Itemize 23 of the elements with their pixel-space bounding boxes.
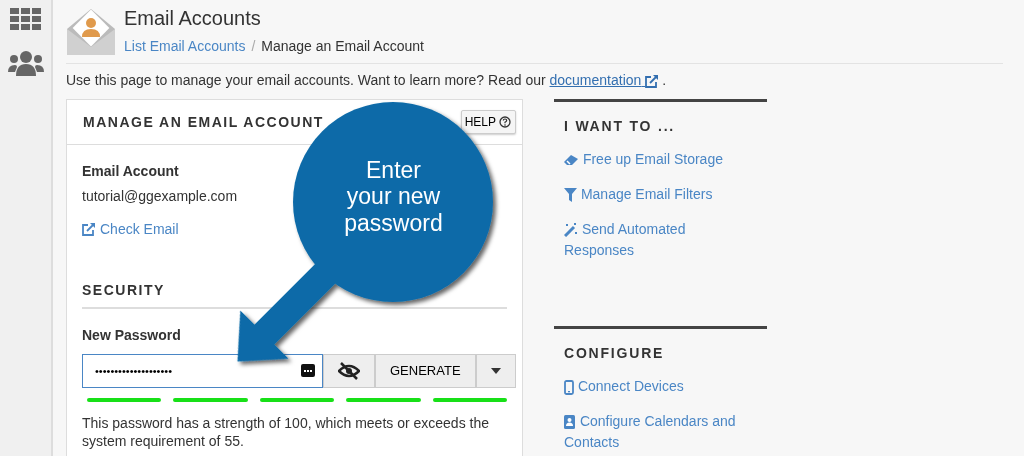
section-heading: I WANT TO ... [564,118,677,135]
sidebar-link[interactable]: Connect Devices [564,375,757,397]
page-title: Email Accounts [124,6,262,30]
email-address: tutorial@ggexample.com [82,187,238,206]
password-field[interactable]: •••••••••••••••••••• [82,354,323,388]
section-heading: CONFIGURE [564,345,666,362]
field-label: New Password [82,326,181,345]
breadcrumb-link[interactable]: List Email Accounts [124,36,246,57]
strength-message: This password has a strength of 100, which meets or exceeds the system requirement of 55. [82,414,490,451]
help-button[interactable]: HELP [460,110,516,134]
card-title: MANAGE AN EMAIL ACCOUNT [83,112,324,132]
intro-text: Use this page to manage your email accounts. Want to learn more? Read our documentation . [66,71,668,90]
check-email-link[interactable]: Check Email [82,219,179,240]
sidebar-link[interactable]: Send Automated Responses [564,218,757,261]
documentation-link[interactable]: documentation [549,72,659,88]
sidebar-link[interactable]: Configure Calendars and Contacts [564,410,757,453]
breadcrumb-current: Manage an Email Account [261,37,424,56]
breadcrumb-separator: / [251,37,256,56]
generate-button[interactable]: GENERATE [375,354,476,388]
callout-text: Enter your new password [343,157,444,237]
sidebar-link[interactable]: Free up Email Storage [564,148,757,170]
sidebar-link[interactable]: Manage Email Filters [564,183,757,205]
field-label: Email Account [82,162,179,181]
